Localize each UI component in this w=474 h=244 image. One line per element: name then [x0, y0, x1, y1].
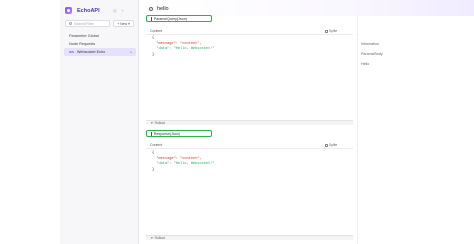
section-params-query[interactable]: Params/Query(Json): [146, 15, 212, 22]
code-line: {: [152, 151, 155, 155]
code-line: "message": "content",: [152, 156, 202, 161]
sidebar-item-label: Node Requests: [69, 42, 96, 46]
sidebar: EchoAPI ◷ + + New ▾ Parameter Global Nod…: [60, 0, 139, 244]
page-title: hello: [149, 6, 169, 12]
code-line: }: [152, 167, 155, 172]
chevron-right-icon[interactable]: ▸: [130, 50, 132, 54]
brand-name: EchoAPI: [77, 7, 100, 14]
sidebar-item-node-requests[interactable]: Node Requests: [64, 40, 136, 48]
sidebar-item-label: Websocket Echo: [76, 50, 106, 54]
code-line: {: [152, 36, 155, 40]
sidebar-item-label: Parameter Global: [69, 34, 99, 38]
websocket-icon: [149, 7, 153, 11]
search-icon: [69, 22, 72, 25]
rollout-toggle[interactable]: ▾ Rollout: [151, 236, 165, 240]
split-button[interactable]: Splite: [325, 143, 337, 147]
header-band: [139, 0, 474, 16]
tab-content[interactable]: Content: [150, 29, 162, 33]
code-editor[interactable]: { "message": "content", "data": "Hello, …: [152, 36, 215, 58]
split-icon: [325, 29, 328, 33]
editor-footer: [146, 235, 353, 240]
new-button[interactable]: + New ▾: [113, 20, 134, 27]
code-line: }: [152, 52, 155, 57]
rollout-toggle[interactable]: ▾ Rollout: [151, 121, 165, 125]
rollout-label: Rollout: [154, 236, 165, 240]
rollout-label: Rollout: [154, 121, 165, 125]
sync-icon[interactable]: ◷: [113, 9, 117, 13]
tab-content[interactable]: Content: [150, 143, 162, 147]
split-label: Splite: [329, 29, 338, 33]
tab-divider: [146, 34, 353, 35]
anchor-hello[interactable]: Hello: [361, 62, 383, 66]
chevron-down-icon: ▾: [128, 21, 130, 26]
new-button-label: New: [120, 21, 128, 26]
split-icon: [325, 143, 328, 147]
code-editor[interactable]: { "message": "content", "data": "Hello, …: [152, 151, 215, 173]
anchor-information[interactable]: Information: [361, 42, 383, 46]
code-line: "data": "Hello, Websocket!": [152, 162, 215, 167]
editor-footer: [146, 120, 353, 125]
page-title-text: hello: [157, 6, 169, 12]
plus-icon: +: [117, 21, 120, 26]
search-box[interactable]: [65, 20, 110, 27]
section-response[interactable]: Response(Json): [146, 130, 212, 137]
divider: [357, 16, 358, 244]
tab-divider: [146, 148, 353, 149]
code-line: "data": "Hello, Websocket!": [152, 47, 215, 52]
echoapi-logo-icon: [65, 7, 74, 14]
main-panel: hello Params/Query(Json) Splite Content …: [139, 0, 474, 244]
code-line: "message": "content",: [152, 41, 202, 46]
section-title: Params/Query(Json): [153, 16, 187, 21]
section-title: Response(Json): [153, 131, 180, 136]
search-input[interactable]: [74, 21, 109, 26]
split-button[interactable]: Splite: [325, 29, 337, 33]
right-anchor-nav: Information Params/Body Hello: [361, 42, 383, 72]
sidebar-item-websocket-echo[interactable]: WS Websocket Echo ▸: [64, 48, 136, 56]
chevron-down-icon: ▾: [151, 236, 153, 240]
brand: EchoAPI: [65, 7, 100, 14]
sidebar-top-icons: ◷ +: [113, 9, 124, 13]
anchor-params-body[interactable]: Params/Body: [361, 52, 383, 56]
sidebar-item-parameter-global[interactable]: Parameter Global: [64, 32, 136, 40]
add-icon[interactable]: +: [122, 9, 124, 13]
ws-badge: WS: [69, 50, 74, 54]
chevron-down-icon: ▾: [151, 121, 153, 125]
split-label: Splite: [329, 143, 338, 147]
